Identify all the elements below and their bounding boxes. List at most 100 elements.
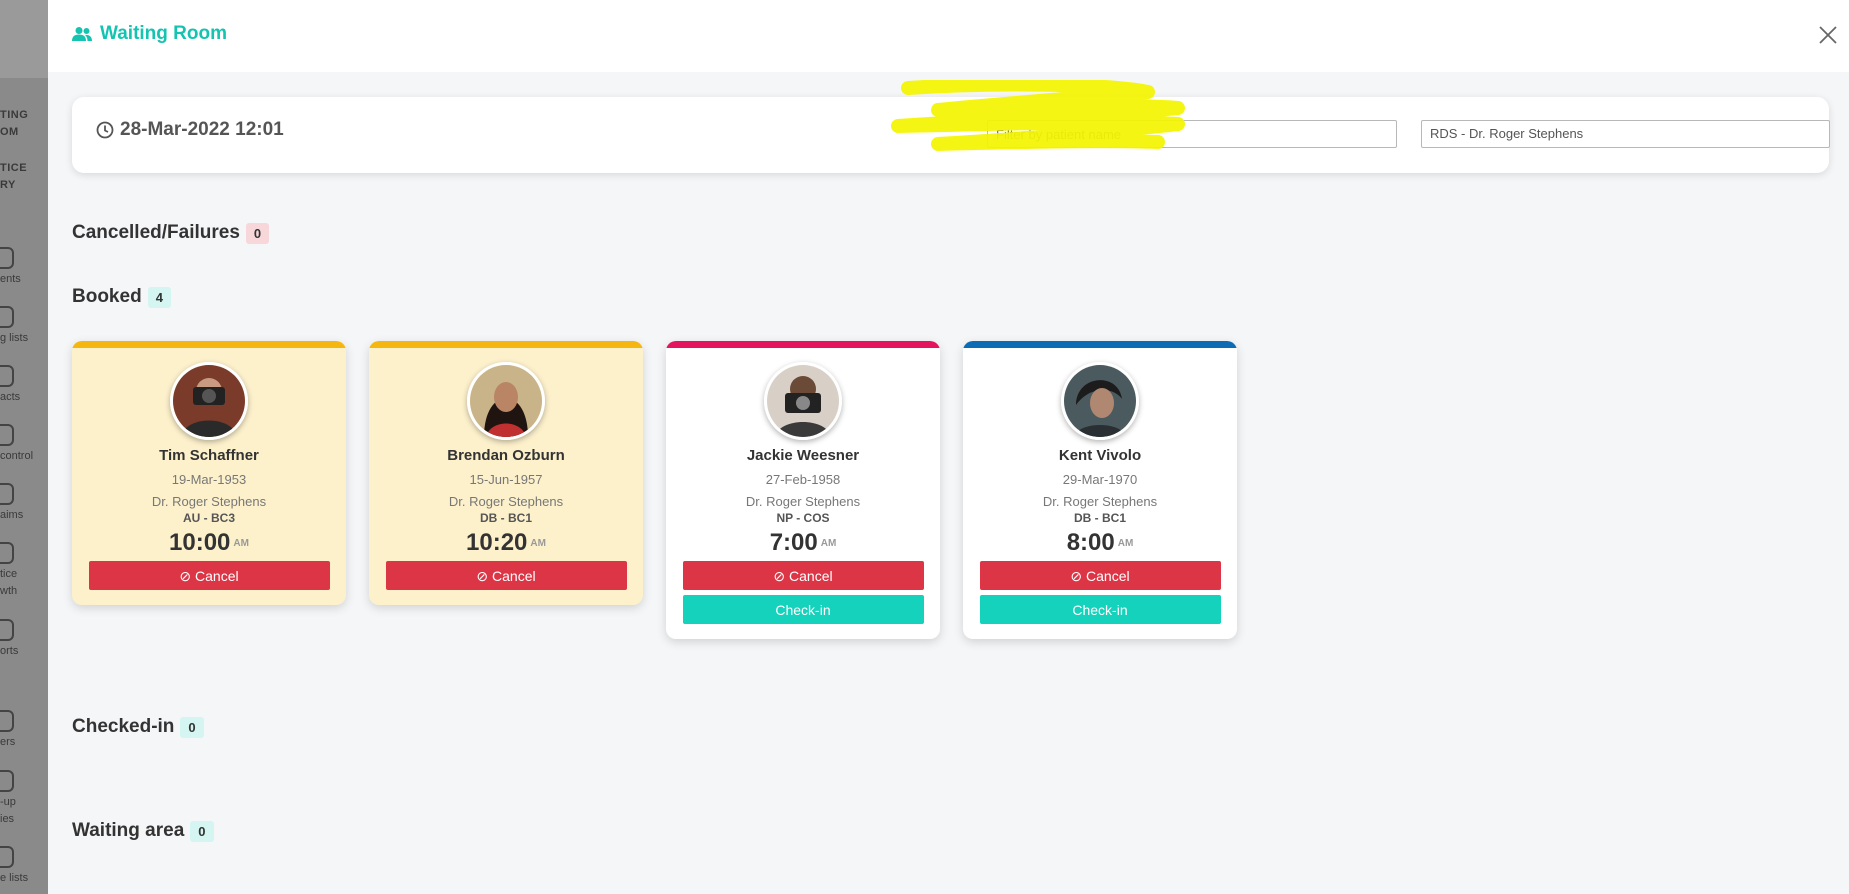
lists-icon bbox=[0, 306, 14, 328]
search-icon bbox=[0, 365, 14, 387]
time-ampm: AM bbox=[233, 538, 249, 550]
count-badge-cancelled: 0 bbox=[245, 222, 270, 244]
avatar bbox=[467, 362, 545, 440]
cancel-label: Cancel bbox=[195, 568, 239, 584]
lists-icon bbox=[0, 846, 14, 868]
card-accent-bar bbox=[369, 341, 643, 348]
cancel-label: Cancel bbox=[789, 568, 833, 584]
cancel-label: Cancel bbox=[1086, 568, 1130, 584]
section-title-checked-in: Checked-in bbox=[72, 716, 175, 737]
patient-dob: 19-Mar-1953 bbox=[171, 472, 247, 487]
bg-sidebar-label: aims bbox=[0, 509, 24, 521]
bg-sidebar-label: TICE bbox=[0, 162, 28, 174]
time-value: 10:20 bbox=[466, 529, 528, 556]
appointment-code: AU - BC3 bbox=[182, 511, 235, 525]
time-value: 7:00 bbox=[769, 529, 818, 556]
card-accent-bar bbox=[72, 341, 346, 348]
check-in-button[interactable]: Check-in bbox=[979, 595, 1221, 624]
time-value: 10:00 bbox=[169, 529, 231, 556]
bg-sidebar-label: RY bbox=[0, 179, 16, 191]
doctor-select[interactable]: RDS - Dr. Roger Stephens bbox=[1421, 120, 1830, 148]
appointment-code: DB - BC1 bbox=[1073, 511, 1126, 525]
close-icon[interactable] bbox=[1817, 24, 1839, 46]
cancel-button[interactable]: ⊘ Cancel bbox=[385, 561, 627, 590]
appointment-time: 10:20 AM bbox=[369, 529, 643, 557]
cancel-button[interactable]: ⊘ Cancel bbox=[979, 561, 1221, 590]
section-cancelled: Cancelled/Failures 0 bbox=[72, 222, 270, 244]
cancel-icon: ⊘ bbox=[476, 568, 493, 584]
appointment-code: DB - BC1 bbox=[479, 511, 532, 525]
drawer-header: Waiting Room bbox=[48, 0, 1849, 72]
patient-dob: 27-Feb-1958 bbox=[765, 472, 841, 487]
section-title-booked: Booked bbox=[72, 286, 142, 307]
patient-dob: 15-Jun-1957 bbox=[469, 472, 543, 487]
appointment-card: Tim Schaffner 19-Mar-1953 Dr. Roger Step… bbox=[72, 341, 346, 605]
time-value: 8:00 bbox=[1066, 529, 1115, 556]
control-icon bbox=[0, 424, 14, 446]
cancel-button[interactable]: ⊘ Cancel bbox=[88, 561, 330, 590]
reports-icon bbox=[0, 619, 14, 641]
bg-sidebar-label: ers bbox=[0, 736, 16, 748]
patient-name: Jackie Weesner bbox=[746, 447, 860, 464]
bg-sidebar-label: tice bbox=[0, 568, 18, 580]
avatar bbox=[1061, 362, 1139, 440]
card-accent-bar bbox=[963, 341, 1237, 348]
bg-sidebar-label: wth bbox=[0, 585, 18, 597]
time-ampm: AM bbox=[530, 538, 546, 550]
appointment-code: NP - COS bbox=[776, 511, 830, 525]
check-in-button[interactable]: Check-in bbox=[682, 595, 924, 624]
section-title-cancelled: Cancelled/Failures bbox=[72, 222, 240, 243]
filter-bar: 28-Mar-2022 12:01 RDS - Dr. Roger Stephe… bbox=[72, 97, 1830, 173]
bg-sidebar-label: OM bbox=[0, 126, 19, 138]
current-datetime: 28-Mar-2022 12:01 bbox=[96, 119, 284, 141]
avatar bbox=[764, 362, 842, 440]
cancel-icon: ⊘ bbox=[773, 568, 790, 584]
cancel-icon: ⊘ bbox=[1070, 568, 1087, 584]
patients-icon bbox=[0, 247, 14, 269]
bg-sidebar-label: acts bbox=[0, 391, 21, 403]
patient-name: Brendan Ozburn bbox=[447, 447, 565, 464]
count-badge-waiting: 0 bbox=[190, 820, 214, 842]
time-ampm: AM bbox=[1117, 538, 1134, 550]
bg-sidebar-label: ents bbox=[0, 273, 21, 285]
doctor-name: Dr. Roger Stephens bbox=[1042, 494, 1158, 509]
waiting-room-drawer: Waiting Room 28-Mar-2022 12:01 RDS - Dr.… bbox=[48, 0, 1849, 894]
page-title-text: Waiting Room bbox=[100, 23, 227, 44]
bg-sidebar-label: control bbox=[0, 450, 34, 462]
page-title: Waiting Room bbox=[72, 23, 227, 45]
count-badge-checked-in: 0 bbox=[180, 716, 204, 738]
people-icon bbox=[72, 27, 92, 41]
bg-sidebar-label: g lists bbox=[0, 332, 29, 344]
appointment-time: 7:00 AM bbox=[666, 529, 940, 557]
cancel-button[interactable]: ⊘ Cancel bbox=[682, 561, 924, 590]
background-sidebar-top bbox=[0, 0, 48, 78]
background-sidebar: TING OM TICE RY ents g lists acts contro… bbox=[0, 0, 48, 894]
count-badge-booked: 4 bbox=[147, 286, 171, 308]
patient-dob: 29-Mar-1970 bbox=[1062, 472, 1138, 487]
appointment-time: 10:00 AM bbox=[72, 529, 346, 557]
doctor-name: Dr. Roger Stephens bbox=[151, 494, 267, 509]
clock-icon bbox=[96, 121, 114, 139]
letters-icon bbox=[0, 710, 14, 732]
bg-sidebar-label: TING bbox=[0, 109, 29, 121]
appointment-card: Jackie Weesner 27-Feb-1958 Dr. Roger Ste… bbox=[666, 341, 940, 639]
section-title-waiting: Waiting area bbox=[72, 820, 185, 841]
time-ampm: AM bbox=[820, 538, 837, 550]
bg-sidebar-label: e lists bbox=[0, 872, 29, 884]
card-accent-bar bbox=[666, 341, 940, 348]
patient-name: Tim Schaffner bbox=[159, 447, 259, 464]
growth-chart-icon bbox=[0, 542, 14, 564]
doctor-name: Dr. Roger Stephens bbox=[745, 494, 861, 509]
tools-icon bbox=[0, 770, 14, 792]
section-checked-in: Checked-in 0 bbox=[72, 716, 204, 738]
patient-name-filter-input[interactable] bbox=[987, 120, 1397, 148]
appointment-card: Kent Vivolo 29-Mar-1970 Dr. Roger Stephe… bbox=[963, 341, 1237, 639]
cancel-icon: ⊘ bbox=[179, 568, 196, 584]
avatar bbox=[170, 362, 248, 440]
section-booked: Booked 4 bbox=[72, 286, 171, 308]
cancel-label: Cancel bbox=[492, 568, 536, 584]
section-waiting-area: Waiting area 0 bbox=[72, 820, 214, 842]
doctor-name: Dr. Roger Stephens bbox=[448, 494, 564, 509]
datetime-text: 28-Mar-2022 12:01 bbox=[120, 119, 284, 140]
bg-sidebar-label: ies bbox=[0, 813, 15, 825]
